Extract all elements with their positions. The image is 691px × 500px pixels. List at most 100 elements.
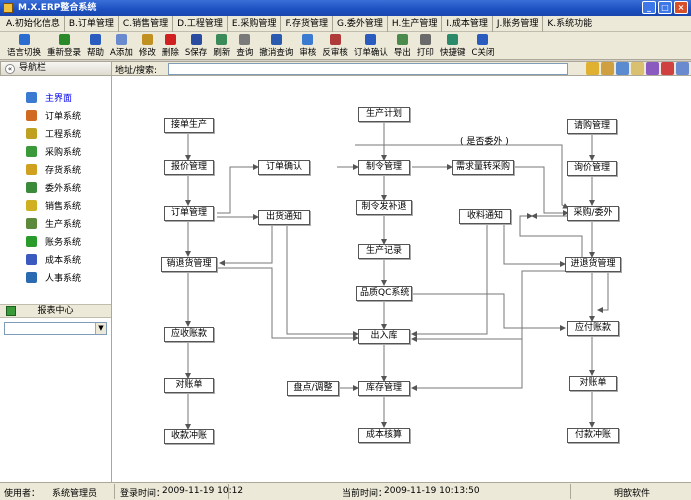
toolbar-button-5[interactable]: 删除 xyxy=(159,32,182,58)
toolbar-button-label: 刷新 xyxy=(213,48,231,58)
toolbar-button-6[interactable]: S保存 xyxy=(182,32,210,58)
menu-item-1[interactable]: B.订单管理 xyxy=(63,15,118,32)
toolbar-button-3[interactable]: A添加 xyxy=(107,32,136,58)
sidebar-item-0[interactable]: 主界面 xyxy=(26,90,72,104)
flow-node-purchase-outsource[interactable]: 采购/委外 xyxy=(567,206,619,221)
app-icon xyxy=(3,3,13,13)
toolbar-button-12[interactable]: 订单确认 xyxy=(351,32,391,58)
sidebar-item-label: 销售系统 xyxy=(45,201,82,212)
flow-node-payment[interactable]: 付款冲账 xyxy=(567,428,619,443)
sidebar-item-3[interactable]: 采购系统 xyxy=(26,144,81,158)
flow-node-production-record[interactable]: 生产记录 xyxy=(358,244,410,259)
toolbar-button-0[interactable]: 语言切换 xyxy=(4,32,44,58)
maximize-button[interactable]: □ xyxy=(658,1,672,14)
menu-item-9[interactable]: J.账务管理 xyxy=(491,15,543,32)
minimize-button[interactable]: _ xyxy=(642,1,656,14)
flow-node-work-order[interactable]: 制令管理 xyxy=(358,160,410,175)
report-center-header[interactable]: 报表中心 xyxy=(0,304,111,318)
flow-node-receipt-return[interactable]: 进退货管理 xyxy=(565,257,621,272)
toolbar-button-label: C关闭 xyxy=(471,48,495,58)
favorites-icon[interactable] xyxy=(586,62,599,75)
flow-node-statement-right[interactable]: 对账单 xyxy=(569,376,617,391)
flow-node-collection[interactable]: 收款冲账 xyxy=(164,429,214,444)
report-select[interactable]: ▼ xyxy=(4,322,107,335)
flow-node-inventory-management[interactable]: 库存管理 xyxy=(358,381,410,396)
status-user-label: 使用者： xyxy=(4,489,41,499)
sidebar-item-label: 工程系统 xyxy=(45,129,82,140)
flow-node-order-confirm[interactable]: 订单确认 xyxy=(258,160,310,175)
toolbar-button-14[interactable]: 打印 xyxy=(414,32,437,58)
chevron-down-icon[interactable]: ▼ xyxy=(95,323,106,334)
sidebar-item-label: 成本系统 xyxy=(45,255,82,266)
module-icon xyxy=(26,199,37,211)
toolbar-button-11[interactable]: 反审核 xyxy=(319,32,351,58)
sidebar-item-6[interactable]: 销售系统 xyxy=(26,198,81,212)
collapse-icon[interactable]: « xyxy=(5,64,15,74)
toolbar-button-8[interactable]: 查询 xyxy=(233,32,256,58)
flow-node-receivables[interactable]: 应收账款 xyxy=(164,327,214,342)
toolbar-button-9[interactable]: 撤消查询 xyxy=(256,32,296,58)
toolbar-button-15[interactable]: 快捷键 xyxy=(437,32,469,58)
module-icon xyxy=(26,181,37,193)
flow-node-demand-to-purchase[interactable]: 需求量转采购 xyxy=(452,160,514,175)
toolbar-button-13[interactable]: 导出 xyxy=(391,32,414,58)
home-icon[interactable] xyxy=(661,62,674,75)
edit-icon xyxy=(141,34,153,45)
close-window-button[interactable]: × xyxy=(674,1,688,14)
flow-node-order-management[interactable]: 订单管理 xyxy=(164,206,214,221)
flow-node-shipping-notice[interactable]: 出货通知 xyxy=(258,210,310,225)
sidebar-item-7[interactable]: 生产系统 xyxy=(26,216,81,230)
menu-item-10[interactable]: K.系统功能 xyxy=(542,15,596,32)
sidebar-item-2[interactable]: 工程系统 xyxy=(26,126,81,140)
menu-item-6[interactable]: G.委外管理 xyxy=(332,15,387,32)
status-bar: 使用者： 系统管理员 登录时间： 2009-11-19 10:12 当前时间： … xyxy=(0,482,691,500)
toolbar-button-10[interactable]: 审核 xyxy=(296,32,319,58)
outsource-label: ( 是否委外 ) xyxy=(460,137,509,147)
sidebar-item-5[interactable]: 委外系统 xyxy=(26,180,81,194)
flow-node-payables[interactable]: 应付账款 xyxy=(567,321,619,336)
sidebar-item-8[interactable]: 账务系统 xyxy=(26,234,81,248)
toolbar-button-16[interactable]: C关闭 xyxy=(468,32,497,58)
flow-node-cost-accounting[interactable]: 成本核算 xyxy=(358,428,410,443)
toolbar-button-4[interactable]: 修改 xyxy=(136,32,159,58)
nav-header[interactable]: « 导航栏 xyxy=(0,61,112,76)
flow-node-inquiry[interactable]: 询价管理 xyxy=(567,161,617,176)
toolbar-button-2[interactable]: 帮助 xyxy=(84,32,107,58)
flow-node-inventory-count[interactable]: 盘点/调整 xyxy=(287,381,339,396)
settings-icon[interactable] xyxy=(676,62,689,75)
pencil-icon[interactable] xyxy=(631,62,644,75)
flow-node-order-production[interactable]: 接单生产 xyxy=(164,118,214,133)
flow-node-qc-system[interactable]: 品质QC系统 xyxy=(356,286,412,301)
flow-node-production-plan[interactable]: 生产计划 xyxy=(358,107,410,122)
toolbar-button-label: 审核 xyxy=(299,48,317,58)
sidebar-item-9[interactable]: 成本系统 xyxy=(26,252,81,266)
flow-node-work-order-issue[interactable]: 制令发补退 xyxy=(356,200,412,215)
flow-node-stock-in-out[interactable]: 出入库 xyxy=(358,329,410,344)
menu-item-4[interactable]: E.采购管理 xyxy=(226,15,281,32)
flow-node-statement-left[interactable]: 对账单 xyxy=(164,378,214,393)
menu-item-3[interactable]: D.工程管理 xyxy=(172,15,227,32)
tools-icon[interactable] xyxy=(646,62,659,75)
flow-node-receiving-notice[interactable]: 收料通知 xyxy=(459,209,511,224)
flow-node-quotation[interactable]: 报价管理 xyxy=(164,160,214,175)
toolbar-button-1[interactable]: 重新登录 xyxy=(44,32,84,58)
sidebar-item-label: 人事系统 xyxy=(45,273,82,284)
toolbar-button-label: 帮助 xyxy=(87,48,105,58)
sidebar-item-1[interactable]: 订单系统 xyxy=(26,108,81,122)
menu-item-0[interactable]: A.初始化信息 xyxy=(2,16,64,32)
menu-item-5[interactable]: F.存货管理 xyxy=(280,15,332,32)
calendar-icon[interactable] xyxy=(616,62,629,75)
sidebar-item-4[interactable]: 存货系统 xyxy=(26,162,81,176)
notes-icon[interactable] xyxy=(601,62,614,75)
menu-item-7[interactable]: H.生产管理 xyxy=(386,15,441,32)
flow-node-sales-return[interactable]: 销退货管理 xyxy=(161,257,217,272)
address-input[interactable] xyxy=(168,63,568,75)
menu-item-8[interactable]: I.成本管理 xyxy=(441,15,492,32)
toolbar-button-7[interactable]: 刷新 xyxy=(210,32,233,58)
sidebar-item-label: 订单系统 xyxy=(45,111,82,122)
flow-node-purchase-request[interactable]: 请购管理 xyxy=(567,119,617,134)
status-login-label: 登录时间： xyxy=(120,489,166,499)
menu-item-2[interactable]: C.销售管理 xyxy=(117,15,172,32)
toolbar-button-label: 打印 xyxy=(416,48,434,58)
sidebar-item-10[interactable]: 人事系统 xyxy=(26,270,81,284)
